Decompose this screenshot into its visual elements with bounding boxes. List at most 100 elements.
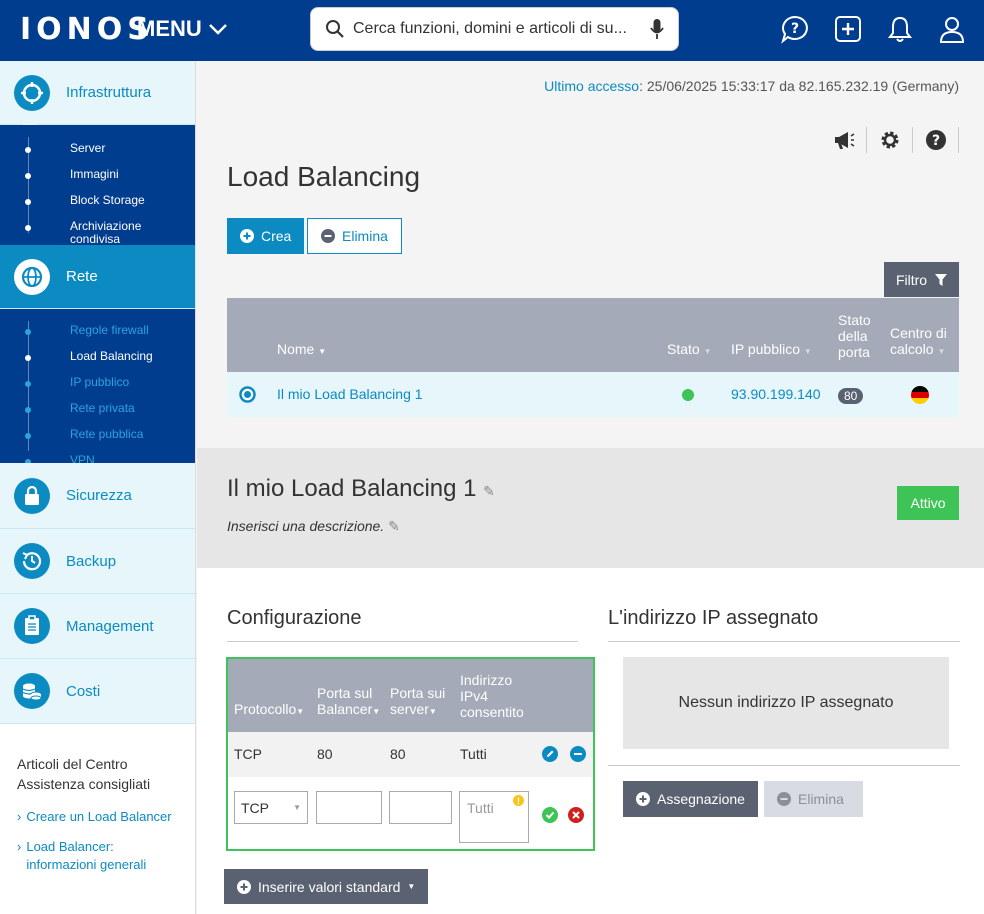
column-header-porta-balancer[interactable]: Porta sul Balancer▼ [317, 685, 387, 720]
last-access: Ultimo accesso: 25/06/2025 15:33:17 da 8… [544, 78, 959, 94]
subnav-item-block-storage[interactable]: Block Storage [0, 191, 195, 210]
column-header-ip[interactable]: IP pubblico ▼ [731, 341, 812, 360]
page-title: Load Balancing [227, 161, 421, 192]
subnav-item-server[interactable]: Server [0, 139, 195, 158]
main-content: Ultimo accesso: 25/06/2025 15:33:17 da 8… [197, 61, 984, 914]
help-title: Articoli del Centro Assistenza consiglia… [17, 756, 151, 792]
help-link-creare[interactable]: › Creare un Load Balancer [17, 808, 179, 826]
column-header-protocollo[interactable]: Protocollo▼ [234, 701, 304, 720]
pencil-edit-icon[interactable]: ✎ [388, 518, 400, 534]
insert-defaults-button[interactable]: Inserire valori standard ▼ [224, 869, 429, 904]
chevron-right-icon: › [17, 809, 22, 824]
menu-button[interactable]: MENU [137, 16, 228, 42]
remove-rule-icon[interactable] [570, 746, 586, 765]
nav-management[interactable]: Management [0, 594, 195, 659]
notification-bell-icon[interactable] [885, 13, 915, 45]
nav-costi-label: Costi [66, 682, 101, 700]
sort-caret-icon: ▼ [428, 707, 437, 716]
column-header-stato[interactable]: Stato ▼ [667, 341, 712, 360]
rule-ipv4: Tutti [460, 746, 487, 762]
minus-circle-icon [321, 229, 335, 243]
nav-sicurezza-label: Sicurezza [66, 487, 132, 504]
delete-button[interactable]: Elimina [307, 218, 402, 254]
row-name[interactable]: Il mio Load Balancing 1 [277, 386, 423, 402]
nav-management-label: Management [66, 617, 154, 635]
user-account-icon[interactable] [937, 13, 967, 45]
add-icon[interactable] [833, 13, 863, 45]
cancel-rule-icon[interactable] [568, 807, 584, 826]
config-table: Protocollo▼ Porta sul Balancer▼ Porta su… [226, 657, 595, 851]
help-link-informazioni[interactable]: › Load Balancer: informazioni generali [17, 838, 179, 874]
status-badge-active: Attivo [897, 486, 959, 520]
network-globe-icon [14, 258, 50, 295]
help-chat-icon[interactable]: ? [780, 13, 810, 45]
sort-caret-icon: ▼ [937, 347, 946, 356]
chevron-right-icon: › [17, 839, 22, 854]
search-bar[interactable]: Cerca funzioni, domini e articoli di su.… [310, 7, 679, 51]
microphone-icon[interactable] [650, 18, 664, 40]
filter-button[interactable]: Filtro [884, 262, 959, 297]
create-label: Crea [261, 228, 292, 244]
help-icon[interactable]: ? [913, 127, 959, 153]
nav-rete-label: Rete [66, 268, 98, 285]
lock-icon [14, 477, 50, 514]
config-rule-row: TCP 80 80 Tutti [228, 732, 593, 777]
column-header-porta-server[interactable]: Porta sui server▼ [390, 685, 456, 720]
germany-flag-icon [911, 386, 929, 407]
nav-backup[interactable]: Backup [0, 529, 195, 594]
column-header-centro-calcolo[interactable]: Centro di calcolo ▼ [890, 325, 956, 360]
nav-rete[interactable]: Rete [0, 245, 195, 309]
filter-label: Filtro [895, 271, 928, 288]
pencil-edit-icon[interactable]: ✎ [483, 483, 495, 499]
last-access-value: : 25/06/2025 15:33:17 da 82.165.232.19 (… [639, 78, 959, 94]
delete-label: Elimina [342, 228, 388, 244]
subnav-item-rete-privata[interactable]: Rete privata [0, 399, 195, 418]
menu-label: MENU [137, 16, 202, 41]
config-table-header: Protocollo▼ Porta sul Balancer▼ Porta su… [228, 659, 593, 732]
ionos-logo[interactable]: IONOS [20, 12, 154, 47]
assign-ip-button[interactable]: Assegnazione [623, 781, 758, 817]
port-badge: 80 [838, 388, 864, 404]
megaphone-icon[interactable] [821, 127, 867, 153]
balancer-port-input[interactable] [316, 791, 382, 824]
column-header-nome[interactable]: Nome ▼ [277, 341, 326, 360]
table-row[interactable]: Il mio Load Balancing 1 93.90.199.140 80 [227, 372, 959, 417]
subnav-item-regole-firewall[interactable]: Regole firewall [0, 321, 195, 340]
edit-rule-icon[interactable] [542, 746, 558, 765]
rule-protocol: TCP [234, 746, 262, 762]
insert-defaults-label: Inserire valori standard [258, 878, 401, 895]
server-port-input[interactable] [389, 791, 452, 824]
config-new-rule-row: TCP ▼ Tutti ! [228, 777, 593, 849]
subnav-item-rete-pubblica[interactable]: Rete pubblica [0, 425, 195, 444]
sort-caret-icon: ▼ [372, 707, 381, 716]
rule-balancer-port: 80 [317, 746, 333, 762]
delete-ip-label: Elimina [798, 791, 844, 807]
confirm-rule-icon[interactable] [542, 807, 558, 826]
status-dot-active [682, 389, 694, 401]
nav-costi[interactable]: Costi [0, 659, 195, 724]
lower-section: Configurazione Protocollo▼ Porta sul Bal… [197, 568, 984, 914]
nav-sicurezza[interactable]: Sicurezza [0, 463, 195, 529]
subnav-item-ip-pubblico[interactable]: IP pubblico [0, 373, 195, 392]
minus-circle-icon [777, 792, 791, 806]
detail-description[interactable]: Inserisci una descrizione. ✎ [227, 518, 400, 535]
nav-infrastruttura[interactable]: Infrastruttura [0, 61, 195, 132]
gear-icon[interactable] [867, 127, 913, 153]
ipv4-input[interactable]: Tutti ! [459, 791, 529, 843]
lb-detail-header: Il mio Load Balancing 1 ✎ Inserisci una … [197, 448, 984, 568]
row-radio-selected[interactable] [239, 386, 256, 406]
row-public-ip[interactable]: 93.90.199.140 [731, 386, 821, 402]
column-header-stato-porta[interactable]: Stato della porta [838, 312, 878, 360]
warning-icon: ! [513, 795, 524, 806]
last-access-label[interactable]: Ultimo accesso [544, 78, 639, 94]
subnav-infrastruttura: Server Immagini Block Storage Archiviazi… [0, 125, 195, 246]
sidebar: Infrastruttura Server Immagini Block Sto… [0, 61, 196, 914]
delete-ip-button[interactable]: Elimina [764, 781, 863, 817]
protocol-select[interactable]: TCP ▼ [234, 791, 308, 824]
subnav-item-immagini[interactable]: Immagini [0, 165, 195, 184]
create-button[interactable]: Crea [227, 218, 305, 254]
caret-down-icon: ▼ [407, 882, 416, 891]
coins-icon [14, 673, 50, 709]
column-header-ipv4: Indirizzo IPv4 consentito [460, 672, 524, 720]
subnav-item-load-balancing[interactable]: Load Balancing [0, 347, 195, 366]
